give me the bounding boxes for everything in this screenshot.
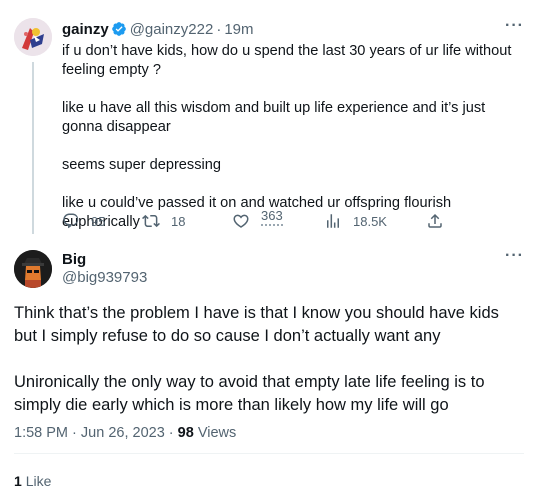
views-button[interactable]: 18.5K	[324, 212, 387, 230]
tweet-header: gainzy @gainzy222 · 19m	[62, 21, 254, 39]
thread-connector-line	[32, 62, 34, 234]
view-count: 18.5K	[353, 213, 387, 229]
tweet-paragraph: Unironically the only way to avoid that …	[14, 373, 485, 414]
meta-separator: ·	[168, 425, 174, 441]
user-handle[interactable]: @gainzy222	[130, 21, 214, 38]
display-name[interactable]: Big	[62, 251, 86, 268]
more-options-button[interactable]: ···	[505, 17, 524, 35]
tweet-timestamp-line: 1:58 PM · Jun 26, 2023 · 98 Views	[14, 425, 236, 441]
tweet-paragraph: like u have all this wisdom and built up…	[62, 100, 486, 135]
reply-icon	[63, 213, 79, 229]
divider	[14, 453, 524, 454]
timestamp[interactable]: 19m	[224, 21, 253, 38]
tweet-thread: gainzy @gainzy222 · 19m ··· if u don’t have…	[0, 0, 535, 500]
more-options-button[interactable]: ···	[505, 247, 524, 265]
repost-count: 18	[171, 213, 186, 229]
likes-count: 1	[14, 473, 22, 489]
avatar-big-image	[14, 250, 52, 288]
repost-icon	[142, 214, 160, 228]
tweet-paragraph: Think that’s the problem I have is that …	[14, 304, 499, 345]
views-label: Views	[197, 425, 237, 441]
share-icon	[428, 213, 442, 228]
views-chart-icon	[327, 214, 339, 228]
user-handle[interactable]: @big939793	[62, 269, 147, 286]
avatar-big[interactable]	[14, 250, 52, 288]
meta-separator: ·	[72, 425, 77, 441]
display-name[interactable]: gainzy	[62, 21, 109, 38]
likes-summary[interactable]: 1 Like	[14, 473, 51, 489]
verified-badge-icon[interactable]	[111, 21, 127, 37]
likes-label: Like	[25, 473, 52, 489]
like-count: 363	[261, 207, 283, 226]
tweet-paragraph: if u don’t have kids, how do u spend the…	[62, 43, 512, 78]
like-button[interactable]: 363	[232, 208, 283, 230]
share-button[interactable]	[426, 212, 455, 230]
tweet-text: if u don’t have kids, how do u spend the…	[62, 42, 522, 232]
tweet-actions: 95 18 363 18.5K	[62, 206, 462, 234]
heart-icon	[233, 214, 249, 228]
post-date[interactable]: Jun 26, 2023	[81, 425, 165, 441]
reply-count: 95	[91, 213, 106, 229]
repost-button[interactable]: 18	[142, 212, 185, 230]
reply-button[interactable]: 95	[62, 212, 105, 230]
tweet-paragraph: seems super depressing	[62, 157, 221, 173]
meta-separator: ·	[216, 21, 222, 38]
tweet-text: Think that’s the problem I have is that …	[14, 302, 524, 417]
avatar-gainzy-image	[14, 18, 52, 56]
avatar-gainzy[interactable]	[14, 18, 52, 56]
post-time[interactable]: 1:58 PM	[14, 425, 68, 441]
views-count: 98	[177, 425, 194, 441]
